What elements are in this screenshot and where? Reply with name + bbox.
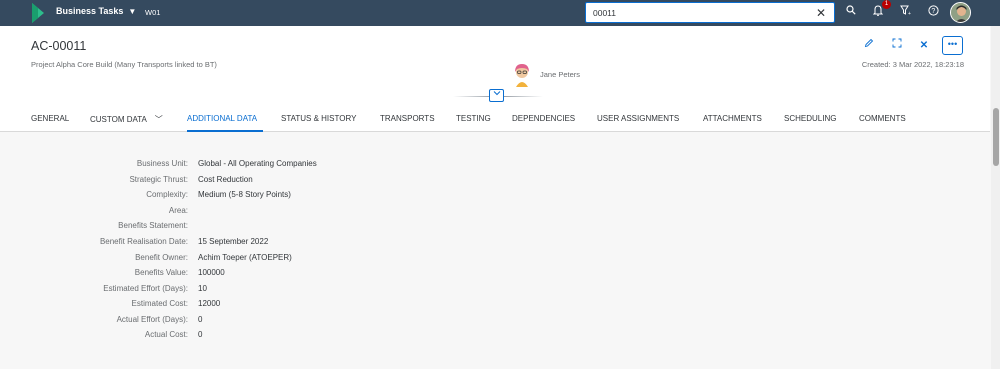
system-id: W01 [145,8,161,17]
field-value: Cost Reduction [198,175,253,184]
tab-additional-data[interactable]: ADDITIONAL DATA [187,114,257,123]
field-label: Benefit Realisation Date: [99,237,188,246]
field-label: Benefits Value: [134,268,188,277]
tab-scheduling[interactable]: SCHEDULING [784,114,836,123]
form-row: Benefits Value: 100000 [0,268,600,282]
field-label: Strategic Thrust: [129,175,188,184]
field-value: 12000 [198,299,221,308]
page-subtitle: Project Alpha Core Build (Many Transport… [31,60,217,69]
field-value: 0 [198,315,203,324]
fullscreen-icon[interactable] [888,38,906,54]
chevron-down-icon: ﹀ [154,115,163,124]
tab-transports[interactable]: TRANSPORTS [380,114,435,123]
chevron-down-icon: ▼ [128,6,137,16]
filter-icon[interactable]: + [897,5,913,21]
edit-icon[interactable] [860,38,878,54]
tab-general[interactable]: GENERAL [31,114,69,123]
field-value: 15 September 2022 [198,237,269,246]
field-value: Achim Toeper (ATOEPER) [198,253,292,262]
field-label: Area: [168,206,188,215]
form-row: Benefit Owner: Achim Toeper (ATOEPER) [0,253,600,267]
tab-dependencies[interactable]: DEPENDENCIES [512,114,575,123]
field-value: 0 [198,330,203,339]
field-value: Global - All Operating Companies [198,159,317,168]
form-row: Area: [0,206,600,220]
scrollbar-thumb[interactable] [993,108,999,166]
person-avatar [515,64,529,87]
app-title-menu[interactable]: Business Tasks ▼ [56,6,136,16]
field-value: Medium (5-8 Story Points) [198,190,291,199]
tab-comments[interactable]: COMMENTS [859,114,906,123]
user-avatar[interactable] [950,2,971,23]
tab-testing[interactable]: TESTING [456,114,491,123]
search-icon[interactable] [843,5,859,21]
field-label: Benefit Owner: [135,253,188,262]
close-icon[interactable]: ✕ [816,6,826,20]
field-label: Benefits Statement: [118,221,188,230]
form-row: Complexity: Medium (5-8 Story Points) [0,190,600,204]
collapse-header-button[interactable] [489,89,504,102]
field-value: 100000 [198,268,225,277]
form-row: Actual Effort (Days): 0 [0,315,600,329]
tab-label: CUSTOM DATA [90,115,147,124]
field-value: 10 [198,284,207,293]
field-label: Actual Cost: [144,330,188,339]
additional-data-form: Business Unit: Global - All Operating Co… [0,133,990,369]
object-header: AC-00011 Project Alpha Core Build (Many … [0,26,990,132]
form-row: Strategic Thrust: Cost Reduction [0,175,600,189]
app-title-label: Business Tasks [56,6,124,16]
scrollbar-track [991,26,1000,369]
more-options-button[interactable]: ••• [942,36,963,55]
search-field: ✕ [585,2,835,23]
search-input[interactable] [586,7,806,18]
tab-user-assignments[interactable]: USER ASSIGNMENTS [597,114,679,123]
svg-text:+: + [908,11,911,15]
created-timestamp: Created: 3 Mar 2022, 18:23:18 [861,60,964,69]
field-label: Business Unit: [136,159,188,168]
chevron-down-icon [493,91,500,96]
app-logo-icon[interactable] [32,3,44,23]
form-row: Business Unit: Global - All Operating Co… [0,159,600,173]
notification-badge: 1 [882,0,891,9]
tab-custom-data[interactable]: CUSTOM DATA ﹀ [90,114,163,125]
form-row: Actual Cost: 0 [0,330,600,344]
shell-bar: Business Tasks ▼ W01 ✕ 1 + ? [0,0,1000,26]
field-label: Complexity: [146,190,188,199]
field-label: Estimated Effort (Days): [103,284,188,293]
page-title: AC-00011 [31,39,87,53]
person-name: Jane Peters [540,70,581,79]
close-icon[interactable]: ✕ [915,38,933,54]
tab-status-history[interactable]: STATUS & HISTORY [281,114,356,123]
form-row: Benefits Statement: [0,221,600,235]
form-row: Benefit Realisation Date: 15 September 2… [0,237,600,251]
tab-bar: GENERAL CUSTOM DATA ﹀ ADDITIONAL DATA ST… [0,107,990,133]
svg-text:?: ? [931,8,935,15]
help-icon[interactable]: ? [925,5,941,21]
field-label: Estimated Cost: [131,299,188,308]
form-row: Estimated Effort (Days): 10 [0,284,600,298]
field-label: Actual Effort (Days): [116,315,188,324]
form-row: Estimated Cost: 12000 [0,299,600,313]
tab-attachments[interactable]: ATTACHMENTS [703,114,762,123]
active-tab-indicator [187,130,263,132]
